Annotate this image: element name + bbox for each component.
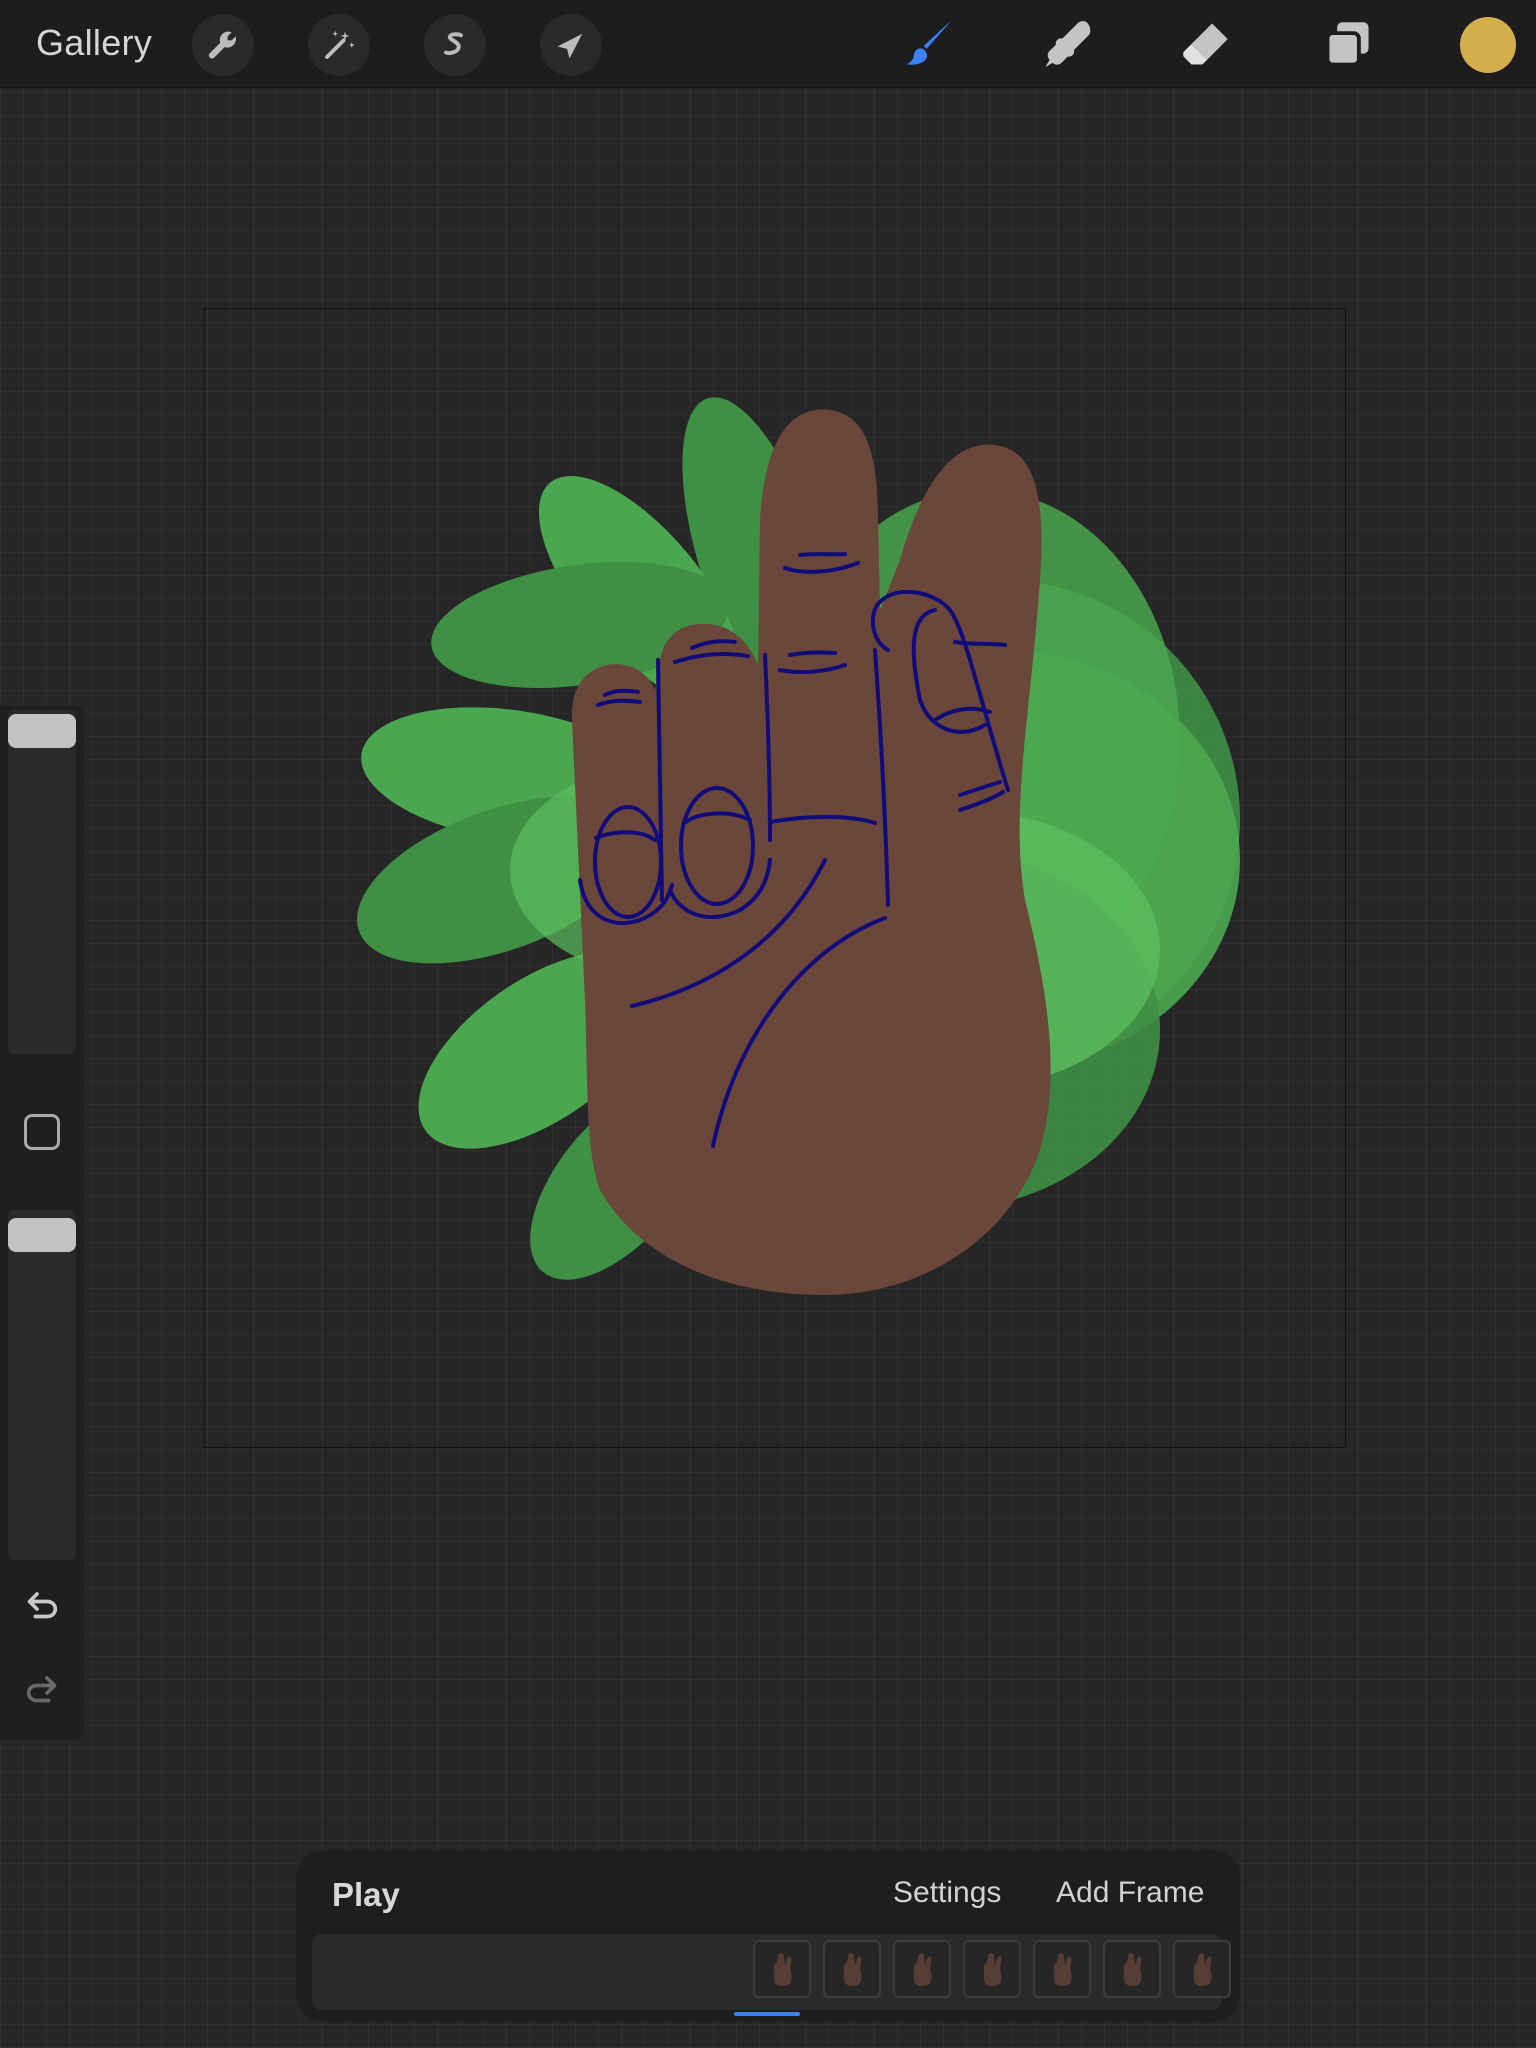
smudge-icon [1045, 20, 1091, 67]
opacity-slider[interactable] [8, 1210, 76, 1560]
actions-button[interactable] [192, 14, 254, 76]
selection-s-icon [444, 32, 463, 55]
animation-frame-thumbnail[interactable] [1033, 1940, 1091, 1998]
frame-timeline[interactable] [312, 1934, 1231, 2010]
smudge-tool-button[interactable] [1034, 12, 1098, 76]
left-sidebar [0, 706, 84, 1740]
color-picker-button[interactable] [1460, 17, 1516, 73]
adjustments-button[interactable] [308, 14, 370, 76]
animation-frame-thumbnail[interactable] [893, 1940, 951, 1998]
gallery-button[interactable]: Gallery [36, 22, 152, 64]
animation-frame-thumbnail[interactable] [823, 1940, 881, 1998]
hand-thumbnail-icon [1123, 1953, 1142, 1986]
hand-thumbnail-icon [983, 1953, 1002, 1986]
hand-thumbnail-icon [1193, 1953, 1212, 1986]
active-frame-indicator [734, 2012, 800, 2016]
eraser-tool-button[interactable] [1174, 12, 1238, 76]
hand-thumbnail-icon [913, 1953, 932, 1986]
redo-icon[interactable] [22, 1668, 62, 1708]
brush-size-slider-thumb[interactable] [8, 714, 76, 748]
hand-thumbnail-icon [773, 1953, 792, 1986]
brush-size-slider[interactable] [8, 710, 76, 1054]
layers-button[interactable] [1316, 12, 1380, 76]
eraser-icon [1183, 23, 1228, 65]
animation-assist-panel: Play Settings Add Frame [296, 1850, 1240, 2022]
animation-frame-thumbnail[interactable] [1103, 1940, 1161, 1998]
layers-icon [1325, 22, 1369, 67]
transform-button[interactable] [540, 14, 602, 76]
top-toolbar: Gallery [0, 0, 1536, 88]
hand-thumbnail-icon [843, 1953, 862, 1986]
brush-tool-button[interactable] [896, 12, 960, 76]
undo-icon[interactable] [22, 1584, 62, 1624]
arrow-cursor-icon [557, 33, 583, 59]
animation-frame-thumbnail[interactable] [753, 1940, 811, 1998]
animation-frame-thumbnail[interactable] [1173, 1940, 1231, 1998]
opacity-slider-thumb[interactable] [8, 1218, 76, 1252]
brush-icon [906, 21, 951, 65]
wrench-icon [208, 31, 237, 59]
hand-illustration [357, 397, 1240, 1295]
modifier-square-icon[interactable] [24, 1114, 60, 1150]
animation-frame-thumbnail[interactable] [963, 1940, 1021, 1998]
selection-button[interactable] [424, 14, 486, 76]
frame-list [753, 1940, 1231, 2002]
add-frame-button[interactable]: Add Frame [1056, 1876, 1204, 1910]
settings-button[interactable]: Settings [893, 1876, 1001, 1910]
hand-thumbnail-icon [1053, 1953, 1072, 1986]
magic-wand-icon [325, 30, 355, 59]
play-button[interactable]: Play [332, 1876, 400, 1914]
